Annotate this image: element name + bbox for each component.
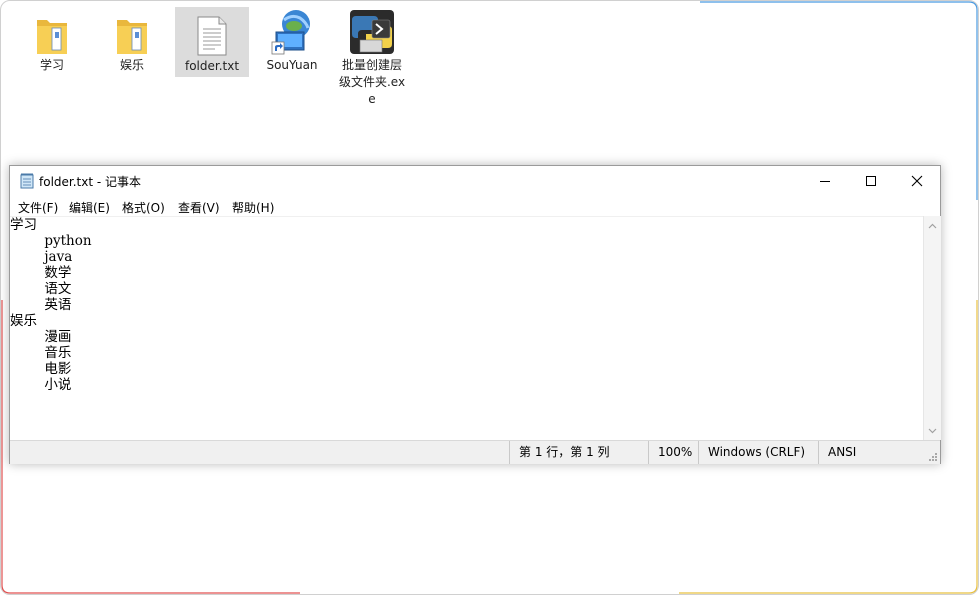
- globe-shortcut-icon: [271, 10, 310, 55]
- desktop-icon-entertainment-folder[interactable]: 娱乐: [95, 6, 169, 76]
- menu-help[interactable]: 帮助(H): [232, 199, 274, 216]
- close-icon: [911, 175, 923, 187]
- maximize-icon: [866, 176, 876, 186]
- text-file-icon: [197, 16, 227, 56]
- status-bar: 第 1 行，第 1 列 100% Windows (CRLF) ANSI: [10, 440, 940, 464]
- menu-edit[interactable]: 编辑(E): [69, 199, 110, 216]
- desktop-icon-label: 学习: [39, 58, 64, 72]
- desktop-icon-label: folder.txt: [184, 59, 240, 73]
- desktop-icon-label: 批量创建层级文件夹.exe: [338, 58, 406, 106]
- folder-icon: [37, 20, 67, 54]
- vertical-scrollbar[interactable]: [923, 216, 941, 440]
- status-encoding: ANSI: [818, 441, 928, 464]
- menu-file[interactable]: 文件(F): [18, 199, 58, 216]
- close-button[interactable]: [894, 166, 940, 196]
- desktop-icon-label: SouYuan: [266, 58, 318, 72]
- maximize-button[interactable]: [848, 166, 894, 196]
- status-line-ending: Windows (CRLF): [698, 441, 818, 464]
- menu-view[interactable]: 查看(V): [178, 199, 220, 216]
- notepad-window: folder.txt - 记事本 文件(F) 编辑(E) 格式(O) 查看(V)…: [9, 165, 941, 464]
- text-editor-area[interactable]: 学习 python java 数学 语文 英语 娱乐 漫画 音乐 电影 小说: [10, 216, 923, 441]
- document-text[interactable]: 学习 python java 数学 语文 英语 娱乐 漫画 音乐 电影 小说: [10, 217, 923, 393]
- scroll-down-icon[interactable]: [928, 426, 937, 435]
- notepad-icon: [20, 173, 34, 189]
- menu-format[interactable]: 格式(O): [122, 199, 165, 216]
- desktop-icon-study-folder[interactable]: 学习: [15, 6, 89, 76]
- desktop-icon-batch-create-exe[interactable]: 批量创建层级文件夹.exe: [335, 6, 409, 110]
- resize-grip-icon[interactable]: [928, 452, 938, 462]
- title-bar[interactable]: folder.txt - 记事本: [10, 166, 940, 196]
- status-cursor-position: 第 1 行，第 1 列: [509, 441, 648, 464]
- desktop-icon-folder-txt[interactable]: folder.txt: [175, 7, 249, 77]
- minimize-button[interactable]: [802, 166, 848, 196]
- python-exe-icon: [350, 10, 394, 54]
- folder-icon: [117, 20, 147, 54]
- desktop-icon-souyuan[interactable]: SouYuan: [255, 6, 329, 76]
- menu-bar: 文件(F) 编辑(E) 格式(O) 查看(V) 帮助(H): [10, 196, 940, 216]
- status-zoom: 100%: [648, 441, 699, 464]
- desktop-icon-label: 娱乐: [119, 58, 144, 72]
- window-title: folder.txt - 记事本: [39, 175, 142, 189]
- scroll-up-icon[interactable]: [928, 222, 937, 231]
- minimize-icon: [820, 181, 830, 182]
